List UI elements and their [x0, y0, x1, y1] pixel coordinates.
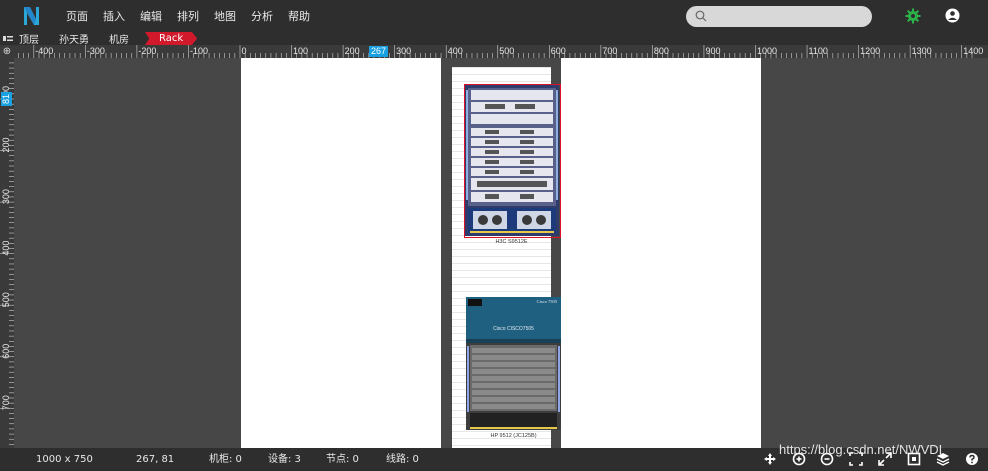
- device-cisco-label: Cisco CISCO7505: [493, 326, 534, 332]
- device-h3c-s9512e[interactable]: [464, 84, 561, 238]
- menu-arrange[interactable]: 排列: [177, 8, 199, 24]
- breadcrumb-rack[interactable]: Rack: [145, 32, 198, 45]
- user-icon[interactable]: [945, 8, 960, 23]
- ruler-label: -300: [87, 46, 105, 56]
- rack-unit: [452, 81, 551, 82]
- ruler-label: 300: [396, 46, 411, 56]
- rack-unit: [452, 270, 551, 271]
- ruler-label: 200: [1, 138, 11, 153]
- menu-map[interactable]: 地图: [214, 8, 236, 24]
- rack-unit: [452, 445, 551, 446]
- device-h3c-image: [465, 85, 559, 236]
- gear-icon[interactable]: [905, 8, 921, 24]
- rack-unit: [452, 67, 551, 68]
- breadcrumb-user[interactable]: 孙天勇: [59, 31, 89, 46]
- vertical-ruler: 100200300400500600700 81: [0, 58, 14, 448]
- ruler-label: 1400: [963, 46, 983, 56]
- device-hp-caption: HP 9512 (JC125B): [490, 433, 537, 439]
- horizontal-ruler-ticks: -400 -300 -200 -100 0 100 200 300 400 500 600 700 80…: [18, 45, 983, 58]
- device-hp-9512[interactable]: [466, 343, 561, 430]
- status-links: 线路: 0: [386, 454, 419, 465]
- ruler-label: 1100: [809, 46, 828, 56]
- ruler-label: 1300: [912, 46, 932, 56]
- vertical-ruler-ticks: 100200300400500600700: [0, 62, 14, 445]
- canvas[interactable]: H3C S9512E Cisco 7505 Cisco CISCO7505 HP…: [14, 58, 988, 448]
- horizontal-ruler: -400 -300 -200 -100 0 100 200 300 400 500 600 700 80…: [14, 45, 988, 58]
- ruler-label: 1200: [860, 46, 880, 56]
- pan-icon[interactable]: [763, 452, 777, 466]
- menu-page[interactable]: 页面: [66, 8, 88, 24]
- watermark-text: https://blog.csdn.net/NWVDI: [779, 442, 943, 457]
- device-cisco-brand: Cisco 7505: [536, 299, 557, 304]
- app-root: 页面 插入 编辑 排列 地图 分析 帮助 顶层 孙天勇 机房 Rack ⊕ -4…: [0, 0, 988, 471]
- rack-unit: [452, 249, 551, 250]
- menu-toggle-icon[interactable]: [3, 34, 13, 43]
- main-menu: 页面 插入 编辑 排列 地图 分析 帮助: [66, 0, 325, 32]
- ruler-label: 100: [293, 46, 308, 56]
- ruler-label: 700: [602, 46, 617, 56]
- logo-icon[interactable]: [22, 5, 40, 27]
- device-cisco-7505[interactable]: Cisco 7505 Cisco CISCO7505: [466, 297, 561, 343]
- rack-unit: [452, 256, 551, 257]
- rack-unit: [452, 263, 551, 264]
- device-hp-image: [466, 343, 561, 430]
- search-input[interactable]: [686, 6, 872, 27]
- ruler-label: 500: [1, 292, 11, 307]
- menu-insert[interactable]: 插入: [103, 8, 125, 24]
- status-cabinets: 机柜: 0: [209, 454, 242, 465]
- breadcrumb: 顶层 孙天勇 机房 Rack: [0, 31, 988, 46]
- rack-unit: [452, 284, 551, 285]
- ruler-corner-icon[interactable]: ⊕: [0, 45, 14, 58]
- horizontal-ruler-marker: 267: [369, 46, 389, 57]
- ruler-label: 0: [242, 46, 247, 56]
- help-icon[interactable]: [965, 452, 979, 466]
- status-nodes: 节点: 0: [326, 454, 359, 465]
- breadcrumb-top[interactable]: 顶层: [19, 31, 39, 46]
- menu-analyze[interactable]: 分析: [251, 8, 273, 24]
- rack-unit: [452, 277, 551, 278]
- menu-edit[interactable]: 编辑: [140, 8, 162, 24]
- ruler-label: -400: [35, 46, 53, 56]
- ruler-label: 300: [1, 189, 11, 204]
- ruler-label: 700: [1, 395, 11, 410]
- ruler-label: 600: [1, 344, 11, 359]
- rack-unit: [452, 74, 551, 75]
- ruler-label: 200: [345, 46, 360, 56]
- ruler-label: 400: [448, 46, 463, 56]
- top-menu-bar: 页面 插入 编辑 排列 地图 分析 帮助: [0, 0, 988, 32]
- ruler-label: 500: [499, 46, 514, 56]
- device-h3c-caption: H3C S9512E: [495, 239, 528, 245]
- ruler-label: 600: [551, 46, 566, 56]
- rack[interactable]: H3C S9512E Cisco 7505 Cisco CISCO7505 HP…: [452, 67, 561, 448]
- status-devices: 设备: 3: [268, 454, 301, 465]
- ruler-label: 800: [654, 46, 669, 56]
- ruler-label: 1000: [757, 46, 777, 56]
- status-page-size: 1000 x 750: [36, 454, 93, 465]
- ruler-label: -200: [138, 46, 156, 56]
- ruler-label: -100: [190, 46, 208, 56]
- page-area-left: [241, 58, 441, 448]
- rack-unit: [452, 431, 551, 432]
- ruler-label: 900: [705, 46, 720, 56]
- rack-unit: [452, 291, 551, 292]
- search-icon: [695, 10, 707, 22]
- breadcrumb-room[interactable]: 机房: [109, 31, 129, 46]
- page-area-right: [561, 58, 761, 448]
- vertical-ruler-marker: 81: [1, 92, 12, 106]
- ruler-label: 400: [1, 241, 11, 256]
- menu-help[interactable]: 帮助: [288, 8, 310, 24]
- status-coords: 267, 81: [136, 454, 175, 465]
